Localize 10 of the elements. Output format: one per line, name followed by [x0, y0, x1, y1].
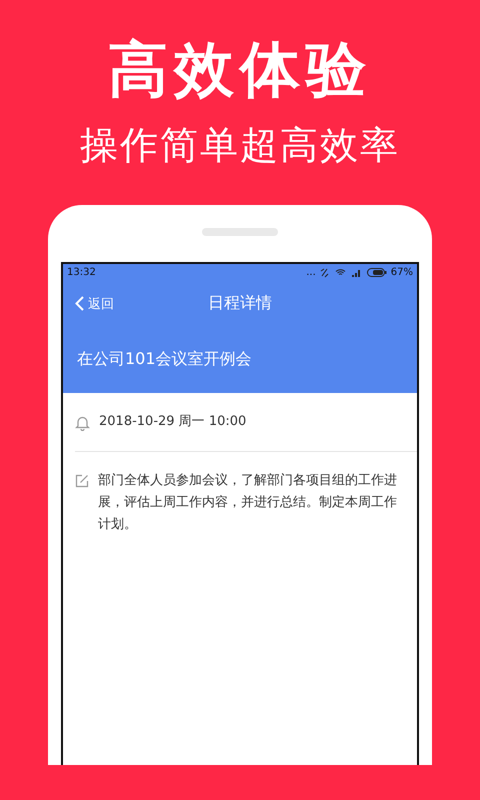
headline: 高效体验 [108, 34, 372, 107]
page-title: 日程详情 [208, 293, 272, 314]
reminder-time: 2018-10-29 周一 10:00 [99, 413, 248, 431]
battery-percent: 67% [390, 267, 413, 278]
event-description: 部门全体人员参加会议，了解部门各项目组的工作进展，评估上周工作内容，并进行总结。制定本周工作计划。 [98, 472, 398, 534]
event-title: 在公司101会议室开例会 [77, 349, 252, 370]
status-dots: ... [306, 267, 316, 278]
back-button[interactable]: 返回 [73, 292, 116, 314]
subheadline: 操作简单超高效率 [80, 122, 400, 169]
status-time: 13:32 [67, 267, 96, 278]
